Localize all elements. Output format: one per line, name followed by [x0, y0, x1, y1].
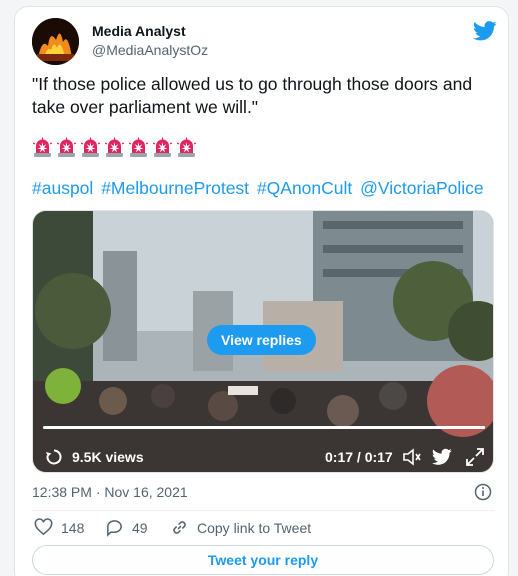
twitter-bird-icon[interactable]: [432, 448, 452, 466]
heart-icon[interactable]: [34, 518, 53, 537]
like-action[interactable]: 148: [34, 518, 84, 537]
video-player[interactable]: View replies 9.5K views 0:17 / 0:17: [32, 210, 494, 473]
video-timecode: 0:17 / 0:17: [325, 449, 393, 465]
twitter-bird-icon[interactable]: [473, 21, 497, 41]
like-count: 148: [61, 519, 85, 536]
hashtags: #auspol #MelbourneProtest #QAnonCult @Vi…: [32, 178, 487, 199]
tweet-timestamp[interactable]: 12:38 PM · Nov 16, 2021: [32, 484, 188, 500]
siren-emoji-row: [32, 137, 197, 158]
mention-link[interactable]: @VictoriaPolice: [360, 178, 483, 198]
reply-action[interactable]: 49: [105, 518, 148, 537]
copy-link-label: Copy link to Tweet: [197, 519, 312, 536]
police-car-light-emoji: [152, 137, 173, 157]
replay-icon[interactable]: [45, 448, 63, 466]
link-icon[interactable]: [170, 518, 189, 537]
tweet-your-reply-button[interactable]: Tweet your reply: [32, 545, 494, 575]
police-car-light-emoji: [128, 137, 149, 157]
hashtag-link[interactable]: #auspol: [32, 178, 93, 198]
police-car-light-emoji: [32, 137, 53, 157]
divider: [32, 510, 494, 511]
reply-icon[interactable]: [105, 518, 124, 537]
video-progress-fill: [43, 426, 485, 429]
hashtag-link[interactable]: #MelbourneProtest: [101, 178, 249, 198]
volume-icon[interactable]: [402, 447, 422, 467]
police-car-light-emoji: [80, 137, 101, 157]
author-handle[interactable]: @MediaAnalystOz: [92, 42, 208, 58]
view-replies-button[interactable]: View replies: [207, 325, 316, 355]
info-icon[interactable]: [474, 483, 492, 501]
copy-link-action[interactable]: Copy link to Tweet: [170, 518, 311, 537]
hashtag-link[interactable]: #QAnonCult: [257, 178, 352, 198]
police-car-light-emoji: [176, 137, 197, 157]
reply-count: 49: [132, 519, 148, 536]
expand-icon[interactable]: [465, 447, 485, 467]
police-car-light-emoji: [56, 137, 77, 157]
tweet-text: "If those police allowed us to go throug…: [32, 74, 473, 117]
tweet-card: Media Analyst @MediaAnalystOz "If those …: [14, 6, 509, 576]
avatar[interactable]: [32, 18, 79, 65]
police-car-light-emoji: [104, 137, 125, 157]
video-progress-bar[interactable]: [43, 426, 485, 429]
view-count: 9.5K views: [72, 449, 144, 465]
author-name[interactable]: Media Analyst: [92, 23, 186, 39]
